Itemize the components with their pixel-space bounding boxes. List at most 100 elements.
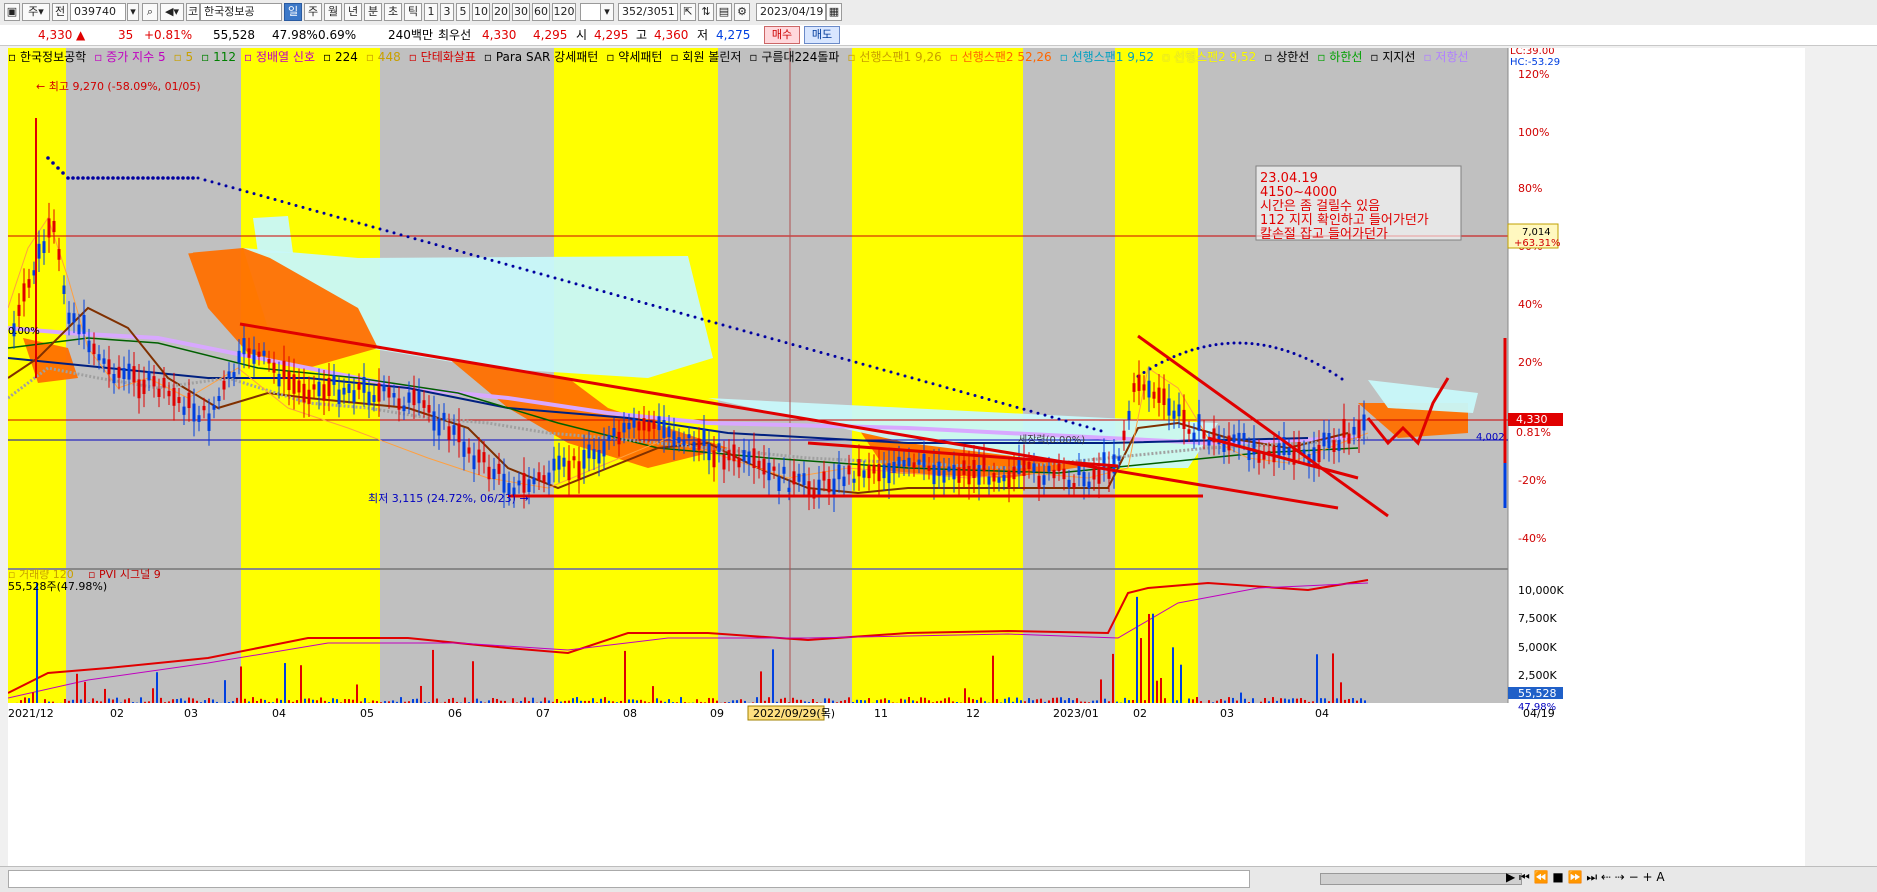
compare-icon[interactable]: ⇅ [698,3,714,21]
period-month[interactable]: 월 [324,3,342,21]
code-input[interactable]: 039740 [70,3,126,21]
legend-item[interactable]: ▫ 선행스팬2 9,52 [1162,50,1256,64]
search-icon[interactable]: ⌕ [142,3,158,21]
candle-body [348,384,351,393]
volume-bar [1212,702,1214,703]
scroll-thumb[interactable] [1320,873,1522,885]
volume-bar [708,698,710,703]
legend-item[interactable]: ▫ 448 [366,50,401,64]
legend-item[interactable]: ▫ 증가 지수 5 [94,50,165,64]
candle-body [1173,411,1176,419]
sar-dot [1037,412,1040,415]
low-annotation: 최저 3,115 (24.72%, 06/23) → [368,492,529,505]
sar-dot [827,353,830,356]
save-icon[interactable]: ▤ [716,3,732,21]
legend-item[interactable]: ▫ 선행스팬1 9,26 [847,50,941,64]
interval-60[interactable]: 60 [532,3,550,21]
legend-item[interactable]: ▫ 단테화살표 [409,50,476,64]
code-dropdown-icon[interactable]: ▾ [127,3,139,21]
calendar-icon[interactable]: ▦ [826,3,842,21]
sell-button[interactable]: 매도 [804,26,840,44]
volume-bar [1124,698,1126,703]
volume-bar [312,700,314,703]
settings-icon[interactable]: ⚙ [734,3,750,21]
volume-bar [1324,698,1326,703]
legend-item[interactable]: ▫ 5 [174,50,194,64]
legend-item[interactable]: ▫ 선행스팬2 52,26 [950,50,1052,64]
period-year[interactable]: 년 [344,3,362,21]
interval-120[interactable]: 120 [552,3,576,21]
candle-body [1153,392,1156,399]
scroll-track[interactable] [8,870,1250,888]
company-button[interactable]: 코 [186,3,200,21]
legend-item[interactable]: ▫ 구름대224돌파 [749,50,839,64]
legend-item[interactable]: ▫ 224 [323,50,358,64]
period-day[interactable]: 일 [284,3,302,21]
buy-button[interactable]: 매수 [764,26,800,44]
sar-dot [435,243,438,246]
volume-bar [984,701,986,703]
interval-5[interactable]: 5 [456,3,470,21]
sar-dot [1257,343,1260,346]
chart-scrollbar[interactable]: ▶ ⏮ ⏪ ■ ⏩ ⏭ ⇠ ⇢ − + A [0,866,1877,892]
candle-body [698,439,701,450]
volume-bar [328,702,330,703]
legend-item[interactable]: ▫ 약세패턴 [606,50,662,64]
legend-item[interactable]: ▫ 정배열 신호 [244,50,315,64]
volume-bar [504,701,506,703]
candle-body [383,385,386,392]
interval-10[interactable]: 10 [472,3,490,21]
candle-body [438,419,441,436]
interval-1[interactable]: 1 [424,3,438,21]
interval-3[interactable]: 3 [440,3,454,21]
sar-dot [1239,342,1242,345]
volume-bar [240,666,242,703]
volume-bar [280,700,282,703]
interval-20[interactable]: 20 [492,3,510,21]
interval-30[interactable]: 30 [512,3,530,21]
candle-body [293,374,296,393]
sar-dot [166,176,170,180]
candle-body [803,473,806,485]
period-second[interactable]: 초 [384,3,402,21]
period-minute[interactable]: 분 [364,3,382,21]
all-button[interactable]: 전 [52,3,68,21]
candle-body [128,364,131,380]
legend-item[interactable]: ▫ 저항선 [1423,50,1468,64]
candle-body [603,441,606,456]
legend-item[interactable]: ▫ 지지선 [1370,50,1415,64]
legend-item[interactable]: ▫ 회원 볼린저 [670,50,741,64]
speaker-icon[interactable]: ◀▾ [160,3,184,21]
zoom-icon[interactable]: ⇱ [680,3,696,21]
date-input[interactable]: 2023/04/19 [756,3,826,21]
volume-bar [84,682,86,703]
sar-dot [974,394,977,397]
custom-interval-dropdown-icon[interactable]: ▾ [600,3,614,21]
chart-area[interactable]: 23.04.194150~4000시간은 좀 걸릴수 있음112 지지 확인하고… [8,48,1805,866]
period-week[interactable]: 주 [304,3,322,21]
volume-bar [152,688,154,703]
candle-body [543,475,546,482]
legend-item[interactable]: ▫ 112 [201,50,236,64]
market-select[interactable]: 주▾ [22,3,50,21]
volume-bar [156,672,158,703]
sar-dot [547,275,550,278]
volume-axis-label: 10,000K [1518,584,1564,597]
volume-axis-label: 7,500K [1518,612,1557,625]
layout-icon[interactable]: ▣ [4,3,20,21]
legend-item[interactable]: ▫ Para SAR 강세패턴 [484,50,598,64]
period-tick[interactable]: 틱 [404,3,422,21]
candle-body [643,418,646,430]
candle-body [448,426,451,439]
legend-item[interactable]: ▫ 하한선 [1317,50,1362,64]
volume-bar [1188,698,1190,703]
volume-bar [184,701,186,703]
legend-item[interactable]: ▫ 한국정보공학 [8,50,86,64]
sar-dot [512,265,515,268]
legend-item[interactable]: ▫ 선행스팬1 9,52 [1060,50,1154,64]
playback-controls-icon[interactable]: ▶ ⏮ ⏪ ■ ⏩ ⏭ ⇠ ⇢ − + A [1506,870,1665,885]
legend-item[interactable]: ▫ 상한선 [1264,50,1309,64]
sar-dot [666,308,669,311]
volume-bar [768,697,770,703]
candle-body [268,359,271,363]
